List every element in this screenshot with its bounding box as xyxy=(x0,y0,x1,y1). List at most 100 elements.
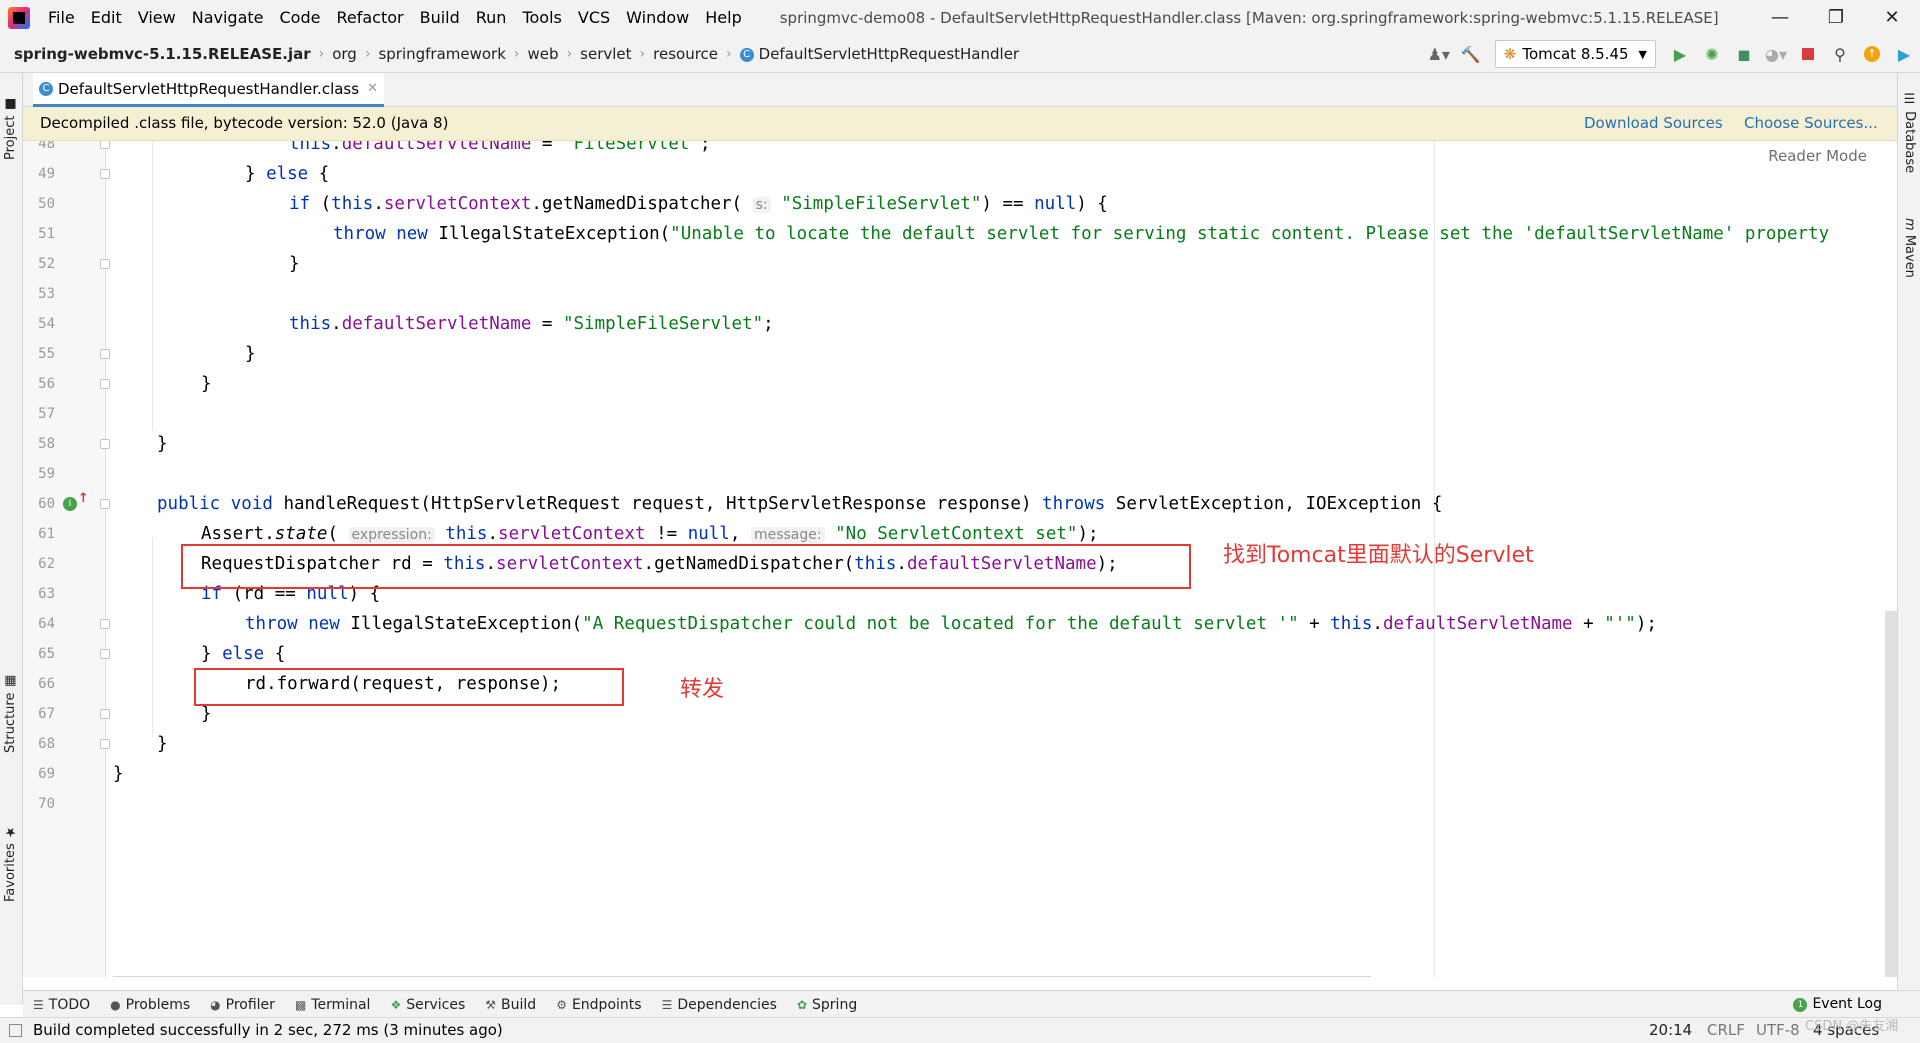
close-icon[interactable]: ✕ xyxy=(1864,0,1920,36)
window-title: springmvc-demo08 - DefaultServletHttpReq… xyxy=(779,9,1719,27)
code-editor[interactable]: 48 49 50 51 52 53 54 55 56 57 58 59 60 6… xyxy=(23,141,1897,977)
editor-tab-class-file[interactable]: C DefaultServletHttpRequestHandler.class… xyxy=(33,73,384,107)
line-separator[interactable]: CRLF xyxy=(1707,1018,1745,1043)
tab-todo[interactable]: ☰ TODO xyxy=(23,997,100,1013)
chevron-right-icon: › xyxy=(318,46,325,62)
database-tool-tab[interactable]: ☰ Database xyxy=(1898,83,1920,183)
tab-profiler-label: Profiler xyxy=(225,996,275,1013)
fold-marker-icon[interactable] xyxy=(100,379,110,389)
code-token: this xyxy=(289,314,332,334)
menu-build[interactable]: Build xyxy=(412,0,468,36)
list-icon: ☰ xyxy=(33,997,44,1012)
reader-mode-toggle[interactable]: Reader Mode xyxy=(1768,147,1867,165)
editor-tabs: C DefaultServletHttpRequestHandler.class… xyxy=(23,73,1897,107)
profiler-icon: ◕ xyxy=(210,997,221,1012)
tab-services[interactable]: ❖ Services xyxy=(380,997,475,1013)
plugin-icon[interactable]: ▶ xyxy=(1891,41,1917,67)
code-token: void xyxy=(230,494,273,514)
breadcrumb-jar[interactable]: spring-webmvc-5.1.15.RELEASE.jar xyxy=(0,45,315,63)
user-icon[interactable]: ♟▾ xyxy=(1426,41,1452,67)
code-line-68: } xyxy=(157,734,168,754)
menu-view[interactable]: View xyxy=(130,0,184,36)
tab-spring[interactable]: ✿ Spring xyxy=(787,997,867,1013)
project-tool-tab[interactable]: Project ■ xyxy=(0,73,22,183)
tool-window-toggle-icon[interactable] xyxy=(9,1024,22,1037)
menu-run[interactable]: Run xyxy=(468,0,515,36)
breadcrumb-class[interactable]: C DefaultServletHttpRequestHandler xyxy=(736,45,1023,63)
menu-help[interactable]: Help xyxy=(697,0,749,36)
fold-marker-icon[interactable] xyxy=(100,499,110,509)
search-icon[interactable]: ⚲ xyxy=(1827,41,1853,67)
run-icon[interactable]: ▶ xyxy=(1667,41,1693,67)
file-encoding[interactable]: UTF-8 xyxy=(1756,1018,1800,1043)
tab-profiler[interactable]: ◕ Profiler xyxy=(200,997,285,1013)
fold-marker-icon[interactable] xyxy=(100,649,110,659)
breadcrumb-org[interactable]: org xyxy=(328,45,361,63)
tab-services-label: Services xyxy=(406,996,466,1013)
implements-icon[interactable]: I xyxy=(63,497,77,511)
fold-marker-icon[interactable] xyxy=(100,619,110,629)
choose-sources-link[interactable]: Choose Sources... xyxy=(1744,107,1878,140)
update-icon[interactable]: ↑ xyxy=(1859,41,1885,67)
fold-marker-icon[interactable] xyxy=(100,709,110,719)
chevron-right-icon: › xyxy=(639,46,646,62)
chevron-right-icon: › xyxy=(364,46,371,62)
caret-position[interactable]: 20:14 xyxy=(1649,1018,1692,1043)
horizontal-scrollbar[interactable] xyxy=(113,976,1371,977)
tab-dependencies[interactable]: ☰ Dependencies xyxy=(652,997,787,1013)
code-token: throw xyxy=(333,224,386,244)
breadcrumb-resource[interactable]: resource xyxy=(649,45,722,63)
tab-terminal[interactable]: ▩ Terminal xyxy=(285,997,381,1013)
fold-marker-icon[interactable] xyxy=(100,169,110,179)
class-icon: C xyxy=(739,47,754,62)
code-token: { xyxy=(308,164,330,184)
tab-problems[interactable]: ● Problems xyxy=(100,997,200,1013)
fold-marker-icon[interactable] xyxy=(100,739,110,749)
maven-tool-tab[interactable]: m Maven xyxy=(1898,203,1920,293)
download-sources-link[interactable]: Download Sources xyxy=(1584,107,1723,140)
code-token: ; xyxy=(699,141,711,154)
build-hammer-icon[interactable]: 🔨 xyxy=(1458,41,1484,67)
menu-refactor[interactable]: Refactor xyxy=(328,0,411,36)
line-number: 63 xyxy=(38,586,55,602)
menu-edit[interactable]: Edit xyxy=(83,0,130,36)
fold-marker-icon[interactable] xyxy=(100,141,110,149)
stop-icon[interactable] xyxy=(1795,41,1821,67)
line-number: 52 xyxy=(38,256,55,272)
minimize-icon[interactable]: — xyxy=(1752,0,1808,36)
fold-marker-icon[interactable] xyxy=(100,349,110,359)
restore-icon[interactable]: ❐ xyxy=(1808,0,1864,36)
chevron-right-icon: › xyxy=(513,46,520,62)
profile-icon[interactable]: ◕▾ xyxy=(1763,41,1789,67)
line-number: 60 xyxy=(38,496,55,512)
indent-guide xyxy=(152,537,153,737)
tab-close-icon[interactable]: ✕ xyxy=(367,81,378,96)
debug-icon[interactable]: ✺ xyxy=(1699,41,1725,67)
tab-endpoints[interactable]: ⚙ Endpoints xyxy=(546,997,651,1013)
menu-file[interactable]: File xyxy=(40,0,83,36)
tab-spring-label: Spring xyxy=(812,996,858,1013)
fold-marker-icon[interactable] xyxy=(100,439,110,449)
code-token: null xyxy=(687,524,730,544)
menu-navigate[interactable]: Navigate xyxy=(184,0,272,36)
menu-code[interactable]: Code xyxy=(272,0,329,36)
line-number: 57 xyxy=(38,406,55,422)
coverage-icon[interactable]: ◼ xyxy=(1731,41,1757,67)
structure-tool-tab[interactable]: Structure ▦ xyxy=(0,643,22,783)
breadcrumb-web[interactable]: web xyxy=(524,45,563,63)
run-configuration-select[interactable]: ❋ Tomcat 8.5.45 ▼ xyxy=(1494,40,1656,68)
tab-dependencies-label: Dependencies xyxy=(677,996,777,1013)
code-token: "Unable to locate the default servlet fo… xyxy=(670,224,1830,244)
fold-marker-icon[interactable] xyxy=(100,259,110,269)
menu-vcs[interactable]: VCS xyxy=(570,0,618,36)
code-line-51: throw new IllegalStateException("Unable … xyxy=(333,219,1829,249)
breadcrumb-servlet[interactable]: servlet xyxy=(576,45,635,63)
code-line-49: } else { xyxy=(245,159,329,189)
menu-window[interactable]: Window xyxy=(618,0,697,36)
tab-build[interactable]: ⚒ Build xyxy=(475,997,546,1013)
menu-tools[interactable]: Tools xyxy=(514,0,569,36)
vertical-scrollbar[interactable] xyxy=(1885,611,1897,977)
line-number: 59 xyxy=(38,466,55,482)
breadcrumb-springframework[interactable]: springframework xyxy=(374,45,509,63)
favorites-tool-tab[interactable]: Favorites ★ xyxy=(0,793,22,933)
